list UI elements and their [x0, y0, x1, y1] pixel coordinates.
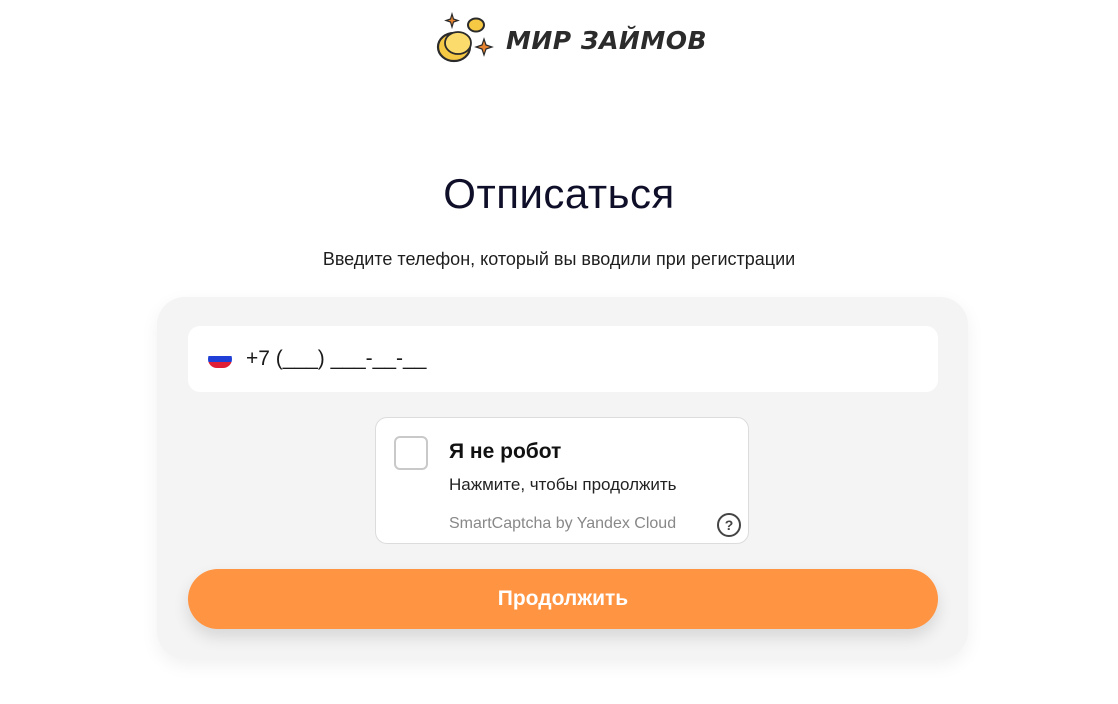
russia-flag-icon — [208, 350, 232, 368]
site-logo[interactable]: МИР ЗАЙМОВ — [436, 12, 707, 68]
page-title: Отписаться — [443, 170, 675, 217]
captcha-title: Я не робот — [449, 440, 562, 463]
unsubscribe-form-card: Я не робот Нажмите, чтобы продолжить Sma… — [157, 297, 968, 659]
phone-field[interactable] — [188, 326, 938, 392]
captcha-brand-link[interactable]: SmartCaptcha by Yandex Cloud — [449, 515, 676, 533]
coins-sparkle-icon — [436, 12, 494, 63]
captcha-hint: Нажмите, чтобы продолжить — [449, 475, 677, 494]
smartcaptcha-widget[interactable]: Я не робот Нажмите, чтобы продолжить Sma… — [375, 417, 749, 544]
phone-input[interactable] — [246, 347, 846, 371]
captcha-checkbox[interactable] — [394, 436, 428, 470]
continue-button[interactable]: Продолжить — [188, 569, 938, 629]
page: МИР ЗАЙМОВ Отписаться Введите телефон, к… — [0, 0, 1118, 704]
help-icon[interactable]: ? — [717, 513, 741, 537]
page-subtitle: Введите телефон, который вы вводили при … — [322, 249, 796, 269]
logo-text: МИР ЗАЙМОВ — [506, 25, 708, 55]
